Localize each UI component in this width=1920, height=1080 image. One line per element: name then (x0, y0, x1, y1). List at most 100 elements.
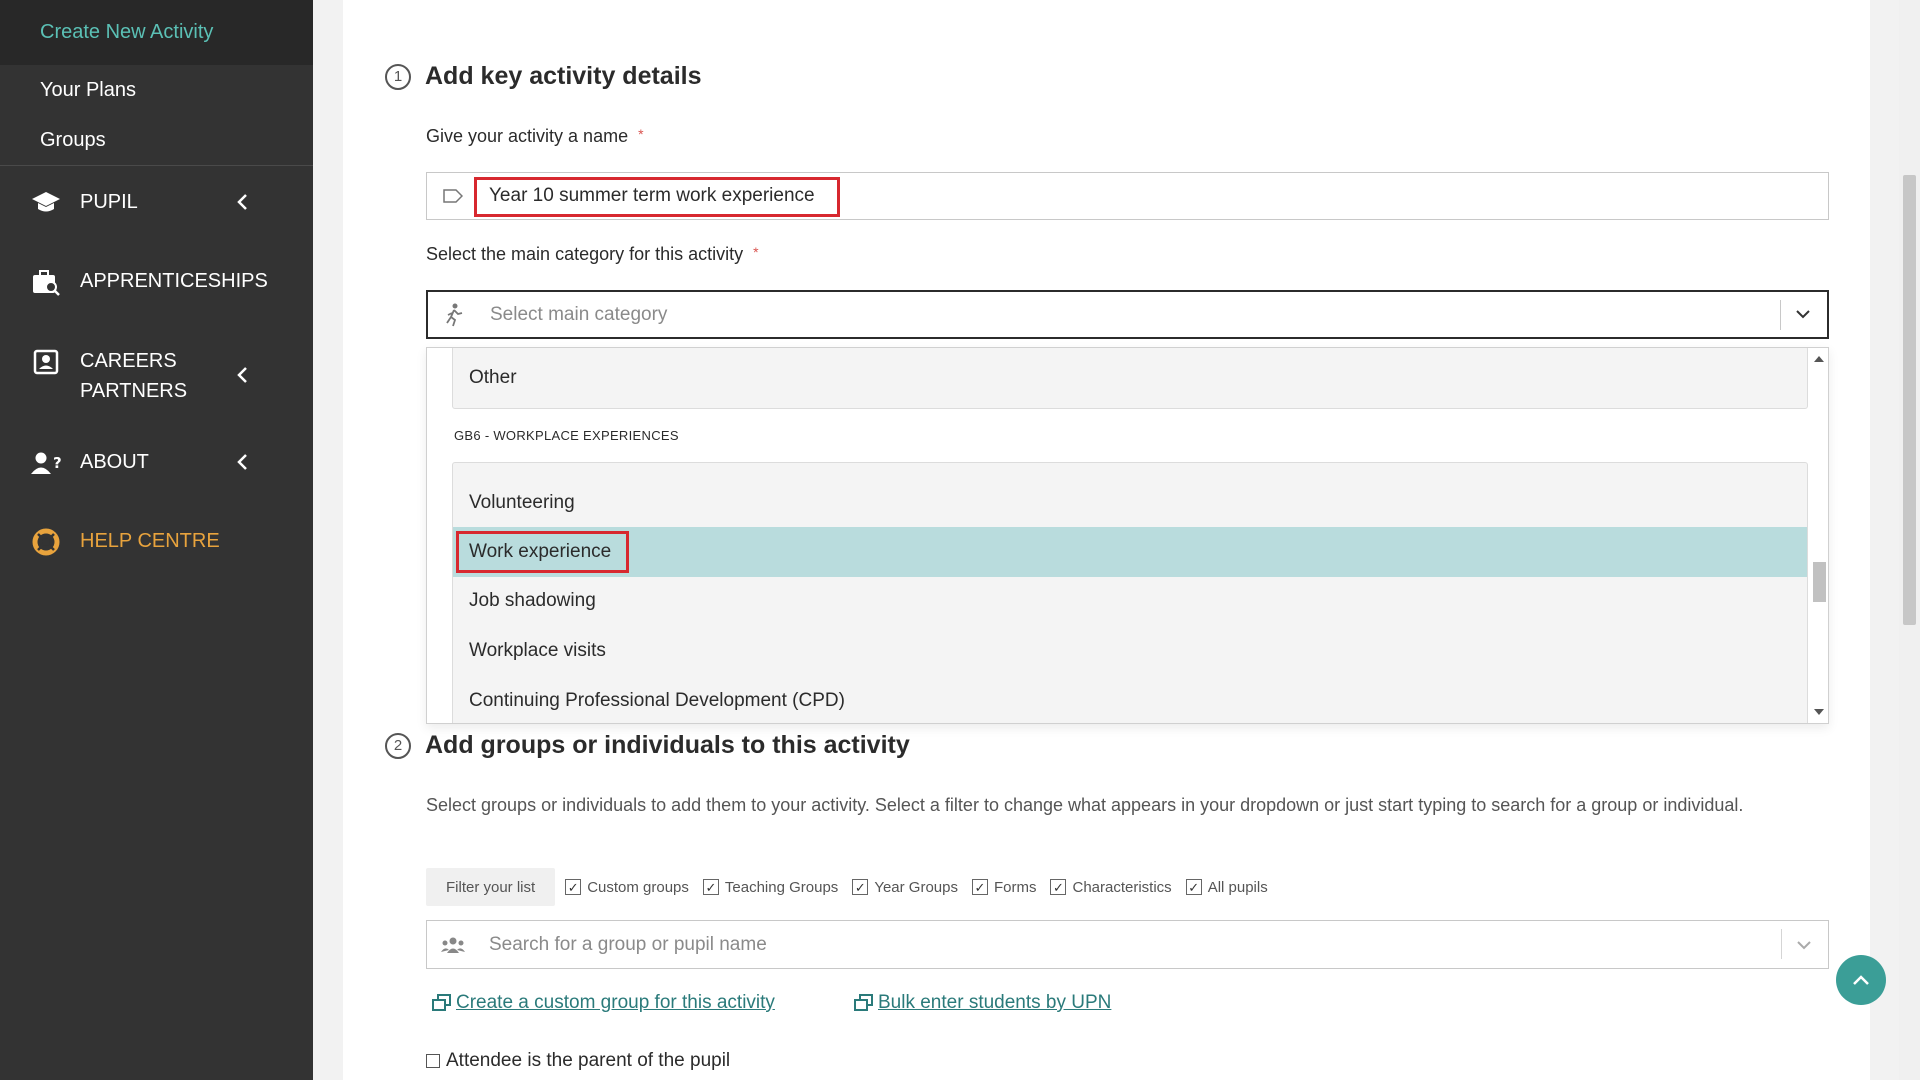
required-mark: * (753, 244, 759, 260)
user-question-icon: ? (30, 447, 62, 479)
chevron-left-icon[interactable] (229, 362, 255, 388)
step-number: 2 (385, 732, 411, 759)
checkbox-checked-icon[interactable]: ✓ (971, 879, 988, 895)
step-2-heading: 2 Add groups or individuals to this acti… (385, 731, 910, 760)
chevron-down-icon[interactable] (1792, 933, 1816, 957)
checkbox-checked-icon[interactable]: ✓ (852, 879, 869, 895)
step-number: 1 (385, 63, 411, 90)
graduation-cap-icon (30, 187, 62, 219)
sidebar-item-create-new-activity[interactable]: Create New Activity (0, 0, 313, 65)
dropdown-option-group: Volunteering Work experience Job shadowi… (452, 462, 1808, 723)
sidebar-item-label-line: PARTNERS (80, 380, 188, 402)
dropdown-scrollbar[interactable] (1810, 348, 1828, 723)
checkbox-checked-icon[interactable]: ✓ (1185, 879, 1202, 895)
new-window-icon (854, 994, 874, 1012)
filter-checkbox-all-pupils[interactable]: ✓ All pupils (1185, 878, 1268, 896)
sidebar-item-label: APPRENTICESHIPS (80, 270, 268, 292)
sidebar-item-help-centre[interactable]: HELP CENTRE (0, 526, 313, 558)
dropdown-option-workplace-visits[interactable]: Workplace visits (453, 631, 1807, 671)
sidebar-item-label-line: CAREERS (80, 350, 177, 372)
filter-checkbox-teaching-groups[interactable]: ✓ Teaching Groups (702, 878, 839, 896)
bulk-enter-upn-link[interactable]: Bulk enter students by UPN (878, 992, 1111, 1014)
users-group-icon (427, 936, 479, 954)
dropdown-option-volunteering[interactable]: Volunteering (453, 483, 1807, 523)
category-dropdown-menu[interactable]: Other GB6 - WORKPLACE EXPERIENCES Volunt… (426, 347, 1829, 724)
lifebuoy-icon (30, 526, 62, 558)
svg-text:?: ? (53, 454, 62, 472)
checkbox-label: Teaching Groups (724, 878, 839, 896)
dropdown-scrollbar-thumb[interactable] (1813, 562, 1826, 602)
sidebar: Create New Activity Your Plans Groups PU… (0, 0, 313, 1080)
option-label: Continuing Professional Development (CPD… (469, 690, 845, 711)
chevron-up-icon (1852, 974, 1870, 986)
attendee-parent-checkbox[interactable] (426, 1054, 440, 1068)
checkbox-label: Characteristics (1072, 878, 1172, 896)
sidebar-item-pupil[interactable]: PUPIL (0, 187, 313, 219)
sidebar-item-label: Create New Activity (40, 21, 214, 43)
attendee-parent-label: Attendee is the parent of the pupil (446, 1050, 731, 1071)
chevron-left-icon[interactable] (229, 189, 255, 215)
label-text: Select the main category for this activi… (426, 244, 744, 264)
checkbox-label: All pupils (1207, 878, 1268, 896)
option-label: Volunteering (469, 492, 575, 513)
sidebar-item-label: PUPIL (80, 191, 138, 213)
filter-checkbox-custom-groups[interactable]: ✓ Custom groups (565, 879, 689, 896)
scroll-up-arrow-icon[interactable] (1814, 356, 1824, 362)
create-custom-group-link[interactable]: Create a custom group for this activity (456, 992, 775, 1014)
page-scrollbar-thumb[interactable] (1903, 175, 1916, 625)
dropdown-option-other[interactable]: Other (453, 361, 1807, 395)
filter-checkbox-forms[interactable]: ✓ Forms (971, 878, 1037, 896)
option-label: Job shadowing (469, 590, 596, 611)
group-search-input[interactable]: Search for a group or pupil name (426, 920, 1829, 969)
select-separator (1781, 929, 1782, 959)
section-title: Add groups or individuals to this activi… (425, 731, 910, 759)
attendee-parent-checkbox-row[interactable]: Attendee is the parent of the pupil (426, 1050, 730, 1072)
checkbox-label: Forms (993, 878, 1037, 896)
option-label: Other (469, 367, 517, 388)
sidebar-item-label: CAREERS PARTNERS (80, 346, 187, 406)
main-category-label: Select the main category for this activi… (426, 244, 759, 265)
new-window-icon (432, 994, 452, 1012)
chevron-left-icon[interactable] (229, 449, 255, 475)
checkbox-checked-icon[interactable]: ✓ (565, 879, 582, 895)
sidebar-item-careers-partners[interactable]: CAREERS PARTNERS (0, 346, 313, 406)
filter-row: Filter your list ✓ Custom groups ✓ Teachin… (426, 868, 1282, 906)
sidebar-item-label: ABOUT (80, 451, 149, 473)
step-1-heading: 1 Add key activity details (385, 62, 702, 91)
select-separator (1780, 300, 1781, 330)
create-custom-group-link-wrap: Create a custom group for this activity (432, 992, 775, 1014)
dropdown-option-work-experience[interactable]: Work experience (453, 527, 1807, 577)
required-mark: * (638, 126, 644, 142)
main-category-select[interactable]: Select main category (426, 290, 1829, 339)
label-text: Give your activity a name (426, 126, 629, 146)
sidebar-item-groups[interactable]: Groups (0, 115, 313, 165)
activity-name-input[interactable]: Year 10 summer term work experience (426, 172, 1829, 220)
scroll-down-arrow-icon[interactable] (1814, 709, 1824, 715)
scroll-to-top-button[interactable] (1836, 955, 1886, 1005)
dropdown-option-group: Other (452, 348, 1808, 409)
checkbox-label: Year Groups (874, 878, 958, 896)
dropdown-option-cpd[interactable]: Continuing Professional Development (CPD… (453, 681, 1807, 721)
checkbox-checked-icon[interactable]: ✓ (702, 879, 719, 895)
sidebar-item-apprenticeships[interactable]: APPRENTICESHIPS (0, 266, 313, 298)
contact-card-icon (30, 346, 62, 378)
page-scrollbar[interactable] (1899, 0, 1920, 1080)
checkbox-label: Custom groups (587, 878, 689, 896)
section-title: Add key activity details (425, 62, 702, 90)
sidebar-item-label: Groups (40, 128, 106, 151)
activity-name-value: Year 10 summer term work experience (489, 185, 815, 206)
step-2-description: Select groups or individuals to add them… (426, 795, 1744, 815)
sidebar-divider (0, 165, 313, 166)
sidebar-item-about[interactable]: ? ABOUT (0, 447, 313, 479)
checkbox-checked-icon[interactable]: ✓ (1050, 879, 1067, 895)
group-search-placeholder: Search for a group or pupil name (489, 933, 767, 955)
filter-checkbox-characteristics[interactable]: ✓ Characteristics (1050, 878, 1172, 896)
filter-your-list-button[interactable]: Filter your list (426, 868, 556, 906)
option-label: Workplace visits (469, 640, 606, 661)
sidebar-item-label: HELP CENTRE (80, 530, 220, 552)
filter-checkbox-year-groups[interactable]: ✓ Year Groups (852, 879, 958, 896)
sidebar-item-your-plans[interactable]: Your Plans (0, 65, 313, 115)
dropdown-option-job-shadowing[interactable]: Job shadowing (453, 581, 1807, 621)
main-category-placeholder: Select main category (490, 303, 668, 325)
chevron-down-icon[interactable] (1791, 302, 1815, 326)
